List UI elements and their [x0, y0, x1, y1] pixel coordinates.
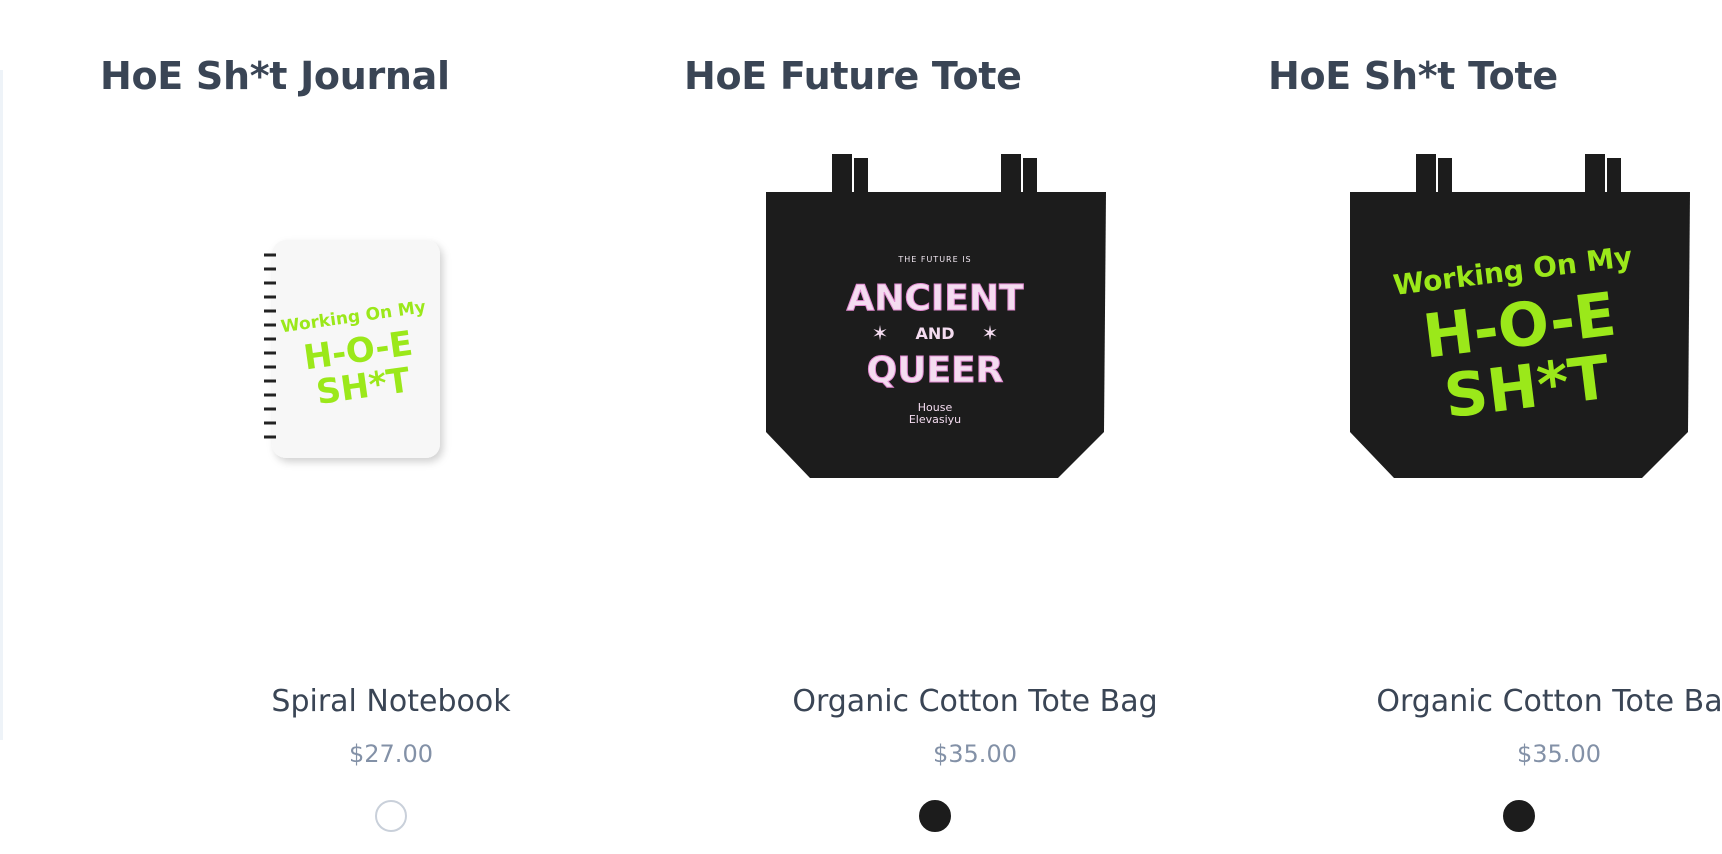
- product-title[interactable]: HoE Sh*t Tote: [1268, 54, 1558, 98]
- color-swatch-black[interactable]: [1503, 800, 1535, 832]
- product-card-journal: HoE Sh*t Journal Working On My H-O-E SH*…: [100, 0, 682, 854]
- tote-bag-image: Working On My H-O-E SH*T: [1350, 154, 1690, 478]
- artwork-line-3: AND: [915, 324, 954, 343]
- product-image-future-tote[interactable]: THE FUTURE IS ANCIENT ✶ AND ✶ QUEER Hous…: [684, 140, 1266, 540]
- spiral-notebook-image: Working On My H-O-E SH*T: [264, 240, 440, 458]
- star-icon: ✶: [982, 321, 999, 345]
- product-price: $27.00: [349, 740, 433, 768]
- product-image-notebook[interactable]: Working On My H-O-E SH*T: [100, 140, 682, 540]
- product-title[interactable]: HoE Future Tote: [684, 54, 1022, 98]
- artwork-line-1: THE FUTURE IS: [897, 255, 971, 264]
- left-divider: [0, 70, 3, 740]
- artwork-line-2: ANCIENT: [846, 278, 1024, 319]
- product-type[interactable]: Organic Cotton Tote Bag: [1268, 684, 1722, 719]
- product-title[interactable]: HoE Sh*t Journal: [100, 54, 450, 98]
- product-card-future-tote: HoE Future Tote THE FUTURE IS ANCIENT ✶ …: [684, 0, 1266, 854]
- star-icon: ✶: [872, 321, 889, 345]
- artwork-line-4: QUEER: [867, 350, 1004, 391]
- product-image-sht-tote[interactable]: Working On My H-O-E SH*T: [1268, 140, 1722, 540]
- product-price: $35.00: [933, 740, 1017, 768]
- color-swatch-white[interactable]: [375, 800, 407, 832]
- tote-bag-image: THE FUTURE IS ANCIENT ✶ AND ✶ QUEER Hous…: [766, 154, 1106, 478]
- product-type[interactable]: Spiral Notebook: [100, 684, 682, 719]
- product-type[interactable]: Organic Cotton Tote Bag: [684, 684, 1266, 719]
- product-price: $35.00: [1517, 740, 1601, 768]
- color-swatch-black[interactable]: [919, 800, 951, 832]
- artwork-logo-line-2: Elevasiyu: [909, 413, 961, 426]
- product-card-sht-tote: HoE Sh*t Tote Working On My H-O-E SH*T O…: [1268, 0, 1722, 854]
